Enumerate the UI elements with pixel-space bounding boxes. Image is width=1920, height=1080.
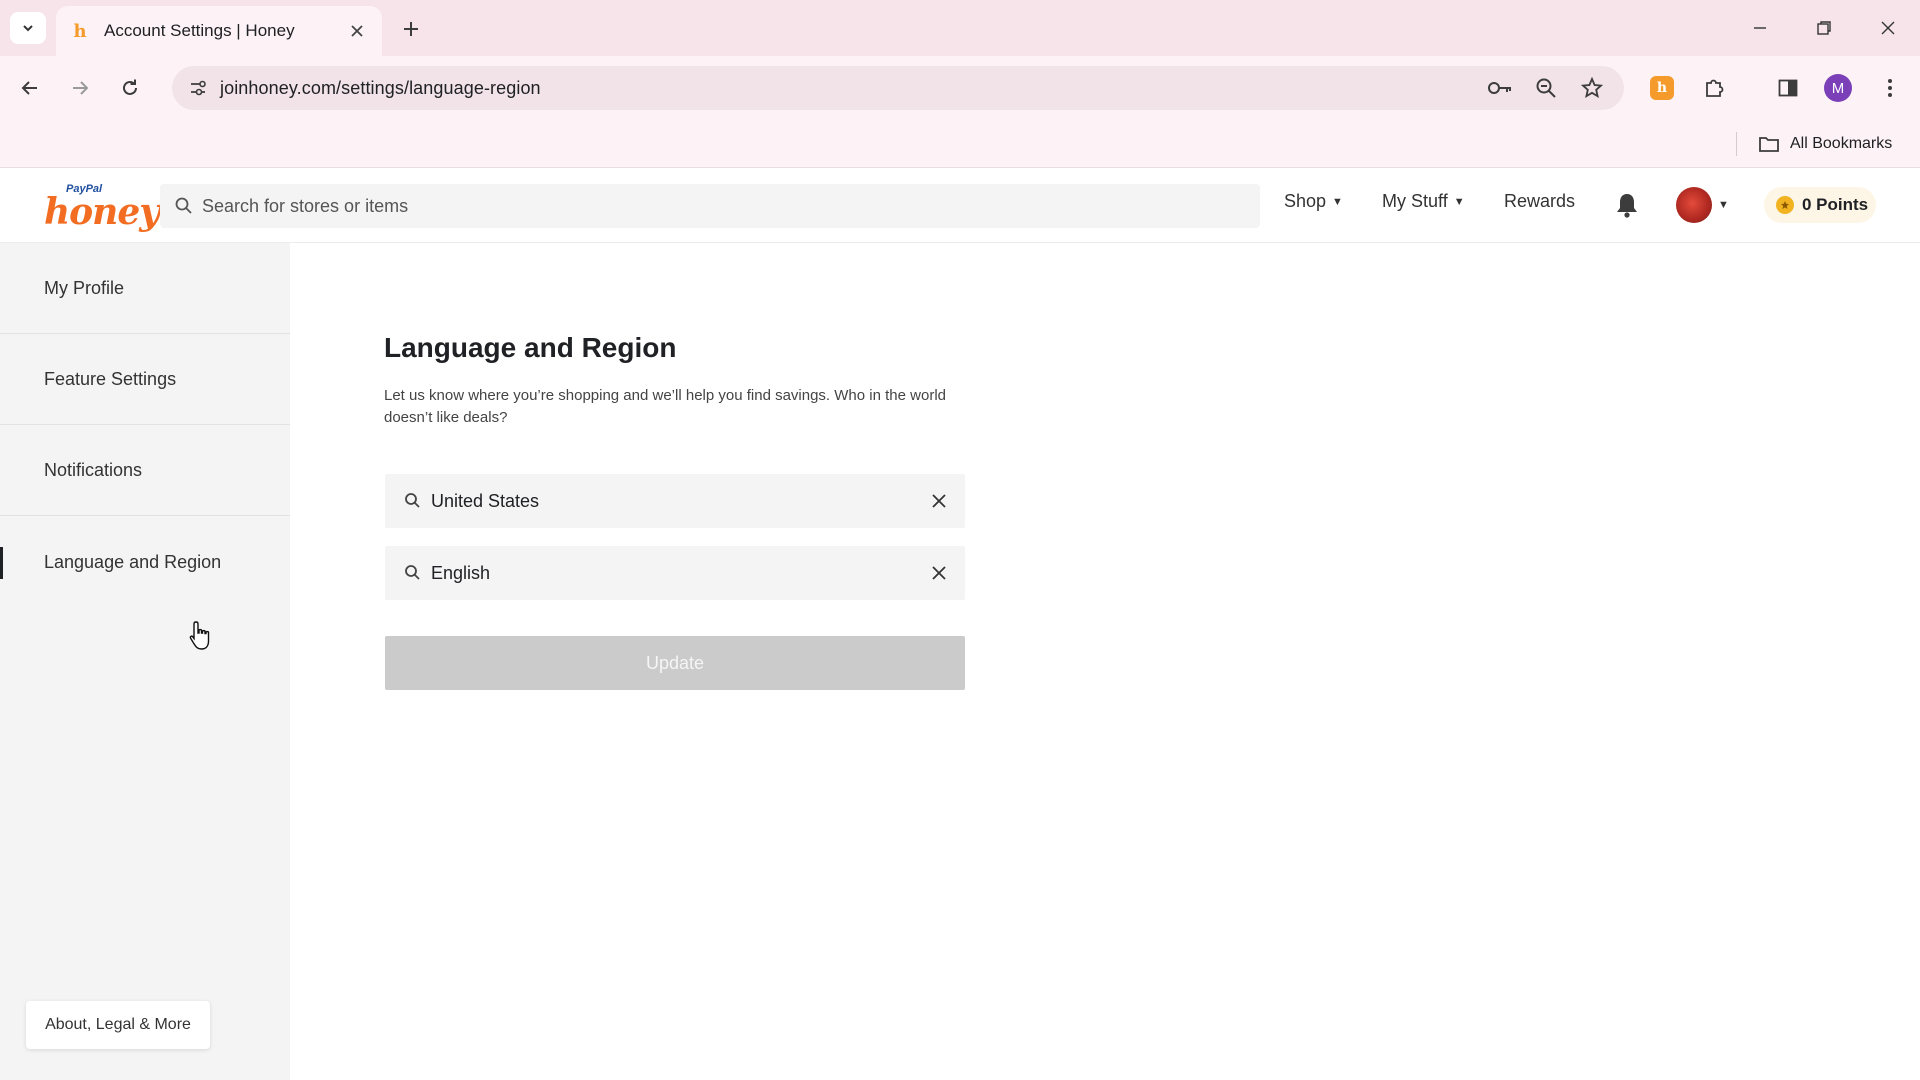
sidebar-item-my-profile[interactable]: My Profile <box>0 243 290 334</box>
tab-search-button[interactable] <box>10 12 46 44</box>
tab-title: Account Settings | Honey <box>104 21 295 40</box>
honey-logo[interactable]: PayPal honey <box>44 183 160 233</box>
search-icon <box>175 197 192 214</box>
minimize-icon <box>1754 27 1766 29</box>
browser-menu-button[interactable] <box>1872 70 1908 106</box>
sidebar-item-feature-settings[interactable]: Feature Settings <box>0 334 290 425</box>
profile-button[interactable]: M <box>1820 70 1856 106</box>
side-panel-button[interactable] <box>1770 70 1806 106</box>
points-coin-icon <box>1776 196 1794 214</box>
arrow-left-icon <box>21 81 37 95</box>
honey-extension-icon: h <box>1650 76 1674 100</box>
restore-icon <box>1817 21 1831 35</box>
points-badge[interactable]: 0 Points <box>1764 187 1876 223</box>
all-bookmarks-button[interactable]: All Bookmarks <box>1758 130 1892 158</box>
address-bar[interactable]: joinhoney.com/settings/language-region <box>172 66 1624 110</box>
page-description: Let us know where you’re shopping and we… <box>384 387 946 426</box>
points-label: 0 Points <box>1802 195 1869 214</box>
update-button[interactable]: Update <box>385 636 965 690</box>
bookmarks-bar: All Bookmarks <box>0 120 1920 168</box>
reload-icon <box>123 79 137 95</box>
sidebar-item-label: Language and Region <box>44 552 222 572</box>
sidebar-item-label: Feature Settings <box>44 368 177 389</box>
site-header: PayPal honey Shop ▼ My Stuff ▼ Rewards ▼… <box>0 169 1920 243</box>
nav-rewards-label: Rewards <box>1504 191 1576 211</box>
nav-my-stuff-label: My Stuff <box>1382 191 1448 211</box>
avatar <box>1676 187 1712 223</box>
forward-button[interactable] <box>62 70 98 106</box>
nav-my-stuff[interactable]: My Stuff ▼ <box>1382 191 1465 212</box>
kebab-menu-icon <box>1888 79 1892 97</box>
clear-region-icon[interactable] <box>927 489 951 513</box>
honey-favicon-icon: h <box>73 20 87 42</box>
settings-sidebar: My Profile Feature Settings Notification… <box>0 243 290 1080</box>
region-input[interactable] <box>431 474 901 528</box>
account-menu[interactable]: ▼ <box>1676 187 1729 223</box>
nav-shop[interactable]: Shop ▼ <box>1284 191 1343 212</box>
language-input[interactable] <box>431 546 901 600</box>
page-title: Language and Region <box>384 332 677 363</box>
site-search <box>160 184 1260 228</box>
bookmark-star-icon[interactable] <box>1578 74 1606 102</box>
sidebar-item-language-region[interactable]: Language and Region <box>0 517 290 608</box>
site-settings-icon[interactable] <box>182 72 214 104</box>
back-button[interactable] <box>12 70 48 106</box>
caret-down-icon: ▼ <box>1332 195 1343 208</box>
chevron-down-icon <box>23 25 33 32</box>
sidebar-item-label: Notifications <box>44 459 143 480</box>
language-field <box>385 546 965 600</box>
about-legal-label: About, Legal & More <box>45 1016 191 1033</box>
hand-cursor-icon <box>189 621 210 650</box>
logo-honey-text: honey <box>44 191 160 233</box>
arrow-right-icon <box>73 81 89 95</box>
nav-rewards[interactable]: Rewards <box>1504 191 1575 212</box>
site-search-input[interactable] <box>202 184 1242 228</box>
bookmarks-divider <box>1736 132 1737 156</box>
search-icon <box>405 493 420 508</box>
profile-avatar: M <box>1824 74 1852 102</box>
new-tab-button[interactable] <box>396 14 426 44</box>
close-icon <box>1881 21 1895 35</box>
reload-button[interactable] <box>112 70 148 106</box>
honey-extension-button[interactable]: h <box>1644 70 1680 106</box>
caret-down-icon: ▼ <box>1718 199 1729 211</box>
caret-down-icon: ▼ <box>1453 195 1465 208</box>
restore-button[interactable] <box>1804 10 1844 46</box>
all-bookmarks-label: All Bookmarks <box>1790 135 1893 152</box>
password-key-icon[interactable] <box>1486 74 1514 102</box>
nav-shop-label: Shop <box>1284 191 1327 211</box>
zoom-icon[interactable] <box>1532 74 1560 102</box>
region-field <box>385 474 965 528</box>
close-window-button[interactable] <box>1868 10 1908 46</box>
puzzle-icon <box>1706 79 1724 97</box>
url-text[interactable]: joinhoney.com/settings/language-region <box>220 78 541 99</box>
about-legal-button[interactable]: About, Legal & More <box>26 1001 210 1049</box>
browser-tabstrip: h Account Settings | Honey <box>0 0 1920 56</box>
bell-icon[interactable] <box>1614 191 1640 219</box>
side-panel-icon <box>1778 79 1798 97</box>
sidebar-item-label: My Profile <box>44 277 125 298</box>
search-icon <box>405 565 420 580</box>
minimize-button[interactable] <box>1740 10 1780 46</box>
browser-toolbar: joinhoney.com/settings/language-region h… <box>0 56 1920 120</box>
sidebar-item-notifications[interactable]: Notifications <box>0 425 290 516</box>
browser-tab-active[interactable]: h Account Settings | Honey <box>56 6 382 56</box>
extensions-button[interactable] <box>1696 70 1732 106</box>
plus-icon <box>404 22 418 36</box>
clear-language-icon[interactable] <box>927 561 951 585</box>
folder-icon <box>1758 135 1780 153</box>
tab-close-icon[interactable] <box>346 20 368 42</box>
